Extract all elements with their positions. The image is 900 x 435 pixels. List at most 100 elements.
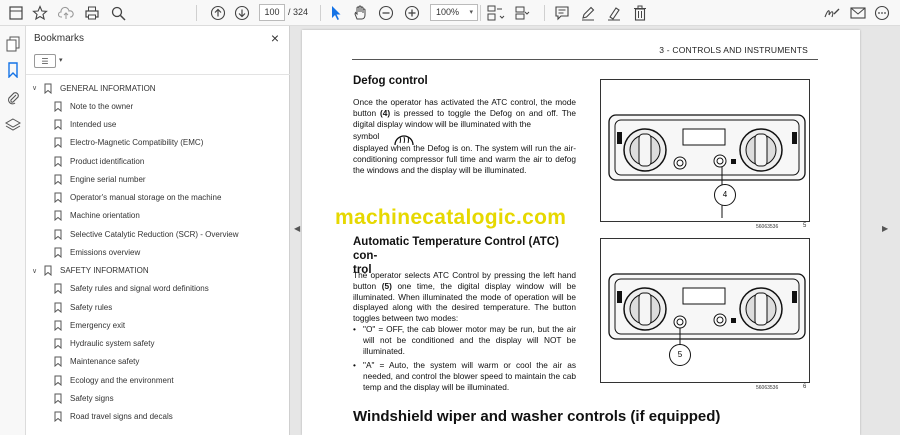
bookmark-item[interactable]: Hydraulic system safety (52, 335, 154, 353)
bookmark-item[interactable]: Safety signs (52, 389, 114, 407)
figure-5-number: 5 (803, 223, 807, 229)
bookmark-label: Operator's manual storage on the machine (70, 193, 222, 202)
bookmark-icon (52, 319, 64, 331)
bookmark-item[interactable]: Electro-Magnetic Compatibility (EMC) (52, 134, 203, 152)
bookmark-item[interactable]: Maintenance safety (52, 353, 139, 371)
bookmark-item[interactable]: Emergency exit (52, 316, 125, 334)
bookmark-item[interactable]: Machine orientation (52, 207, 140, 225)
bookmark-item[interactable]: Engine serial number (52, 170, 146, 188)
cloud-upload-icon[interactable] (56, 3, 76, 23)
bookmark-icon (52, 411, 64, 423)
side-rail (0, 26, 26, 435)
bookmark-label: Maintenance safety (70, 357, 140, 367)
bookmark-icon (52, 301, 64, 313)
zoom-out-icon[interactable] (376, 3, 396, 23)
bookmark-icon (52, 137, 64, 149)
search-icon[interactable] (108, 3, 128, 23)
more-options-icon[interactable] (872, 3, 892, 23)
bookmark-item[interactable]: Emissions overview (52, 243, 140, 261)
hand-tool-icon[interactable] (350, 3, 370, 23)
bookmark-icon (52, 283, 64, 295)
bookmark-label: Safety rules (70, 302, 113, 312)
layers-icon[interactable] (3, 115, 23, 135)
bookmark-icon (52, 100, 64, 112)
next-page-icon[interactable] (232, 3, 252, 23)
email-icon[interactable] (848, 3, 868, 23)
comment-icon[interactable] (552, 3, 572, 23)
bookmark-label: Safety signs (70, 393, 114, 403)
delete-icon[interactable] (630, 3, 650, 23)
bookmark-icon (52, 228, 64, 240)
chevron-down-icon[interactable]: ▾ (59, 56, 63, 64)
chevron-down-icon: ▾ (469, 9, 473, 16)
header-divider (352, 59, 818, 60)
windshield-heading: Windshield wiper and washer controls (if… (353, 408, 721, 425)
figure-atc-panel-mode (600, 238, 810, 383)
zoom-in-icon[interactable] (402, 3, 422, 23)
highlight-icon[interactable] (604, 3, 624, 23)
bookmark-item[interactable]: Product identification (52, 152, 144, 170)
page-fit-icon[interactable] (486, 3, 506, 23)
bookmark-item[interactable]: Ecology and the environment (52, 371, 174, 389)
print-icon[interactable] (82, 3, 102, 23)
running-head: 3 - CONTROLS AND INSTRUMENTS (659, 45, 808, 55)
bookmark-label: Machine orientation (70, 211, 140, 221)
bookmark-item[interactable]: Selective Catalytic Reduction (SCR) - Ov… (52, 225, 239, 243)
sign-icon[interactable] (822, 3, 842, 23)
bookmark-item[interactable]: Safety rules and signal word definitions (52, 280, 209, 298)
bookmark-label: Hydraulic system safety (70, 339, 155, 348)
top-toolbar: 100 / 324 100% ▾ (0, 0, 900, 26)
pen-icon[interactable] (578, 3, 598, 23)
home-icon[interactable] (6, 3, 26, 23)
bookmark-item[interactable]: Note to the owner (52, 97, 133, 115)
bookmark-item[interactable]: Road travel signs and decals (52, 408, 173, 426)
bookmark-icon (52, 173, 64, 185)
bookmark-icon (52, 192, 64, 204)
select-cursor-icon[interactable] (326, 3, 346, 23)
bookmark-options-icon[interactable]: ☰ (34, 54, 56, 68)
defog-heading: Defog control (353, 75, 428, 87)
bookmark-label: Product identification (70, 156, 145, 166)
bookmark-icon (52, 338, 64, 350)
chevron-down-icon[interactable]: ∨ (32, 267, 42, 275)
callout-5: 5 (669, 344, 691, 366)
close-icon[interactable]: × (271, 30, 279, 46)
bookmark-item[interactable]: Operator's manual storage on the machine (52, 189, 221, 207)
attachments-icon[interactable] (3, 88, 23, 108)
bookmark-label: Intended use (70, 120, 117, 129)
chevron-down-icon[interactable]: ∨ (32, 84, 42, 92)
bookmark-item[interactable]: Safety rules (52, 298, 112, 316)
page-number-input[interactable]: 100 (259, 4, 285, 21)
bookmark-icon (52, 155, 64, 167)
bookmark-icon (52, 374, 64, 386)
bookmark-icon (52, 119, 64, 131)
bookmark-label: SAFETY INFORMATION (60, 266, 149, 275)
bookmark-label: Selective Catalytic Reduction (SCR) - Ov… (70, 229, 239, 239)
defog-paragraph-2: displayed when the Defog is on. The syst… (353, 143, 576, 175)
zoom-select[interactable]: 100% ▾ (430, 4, 478, 21)
bookmark-item[interactable]: Intended use (52, 116, 116, 134)
bookmark-icon (52, 356, 64, 368)
bookmarks-panel: Bookmarks × ☰ ▾ ∨ GENERAL INFORMATION Note… (26, 26, 310, 435)
figure-atc-panel-defog (600, 79, 810, 222)
figure-6-code: 56063536 (756, 385, 779, 391)
bookmark-section[interactable]: ∨ SAFETY INFORMATION (32, 262, 149, 280)
watermark-text: machinecatalogic.com (335, 206, 567, 229)
previous-page-icon[interactable] (208, 3, 228, 23)
collapse-panel-icon[interactable]: ◀ (294, 224, 300, 233)
bookmarks-panel-icon[interactable] (3, 60, 23, 80)
bookmark-label: GENERAL INFORMATION (60, 83, 156, 93)
document-scrollbar[interactable] (887, 34, 890, 424)
pdf-page: 3 - CONTROLS AND INSTRUMENTS Defog contr… (302, 30, 860, 435)
bookmark-star-icon[interactable] (30, 3, 50, 23)
scroll-mode-icon[interactable] (512, 3, 532, 23)
bookmark-label: Emergency exit (70, 320, 126, 330)
bookmark-section[interactable]: ∨ GENERAL INFORMATION (32, 79, 156, 97)
zoom-value: 100% (436, 7, 460, 17)
page-total-label: / 324 (288, 7, 309, 17)
bookmark-label: Emissions overview (70, 247, 141, 257)
bookmark-label: Safety rules and signal word definitions (70, 284, 209, 294)
bookmark-label: Road travel signs and decals (70, 412, 173, 421)
page-thumbnails-icon[interactable] (3, 34, 23, 54)
bookmark-icon (52, 392, 64, 404)
